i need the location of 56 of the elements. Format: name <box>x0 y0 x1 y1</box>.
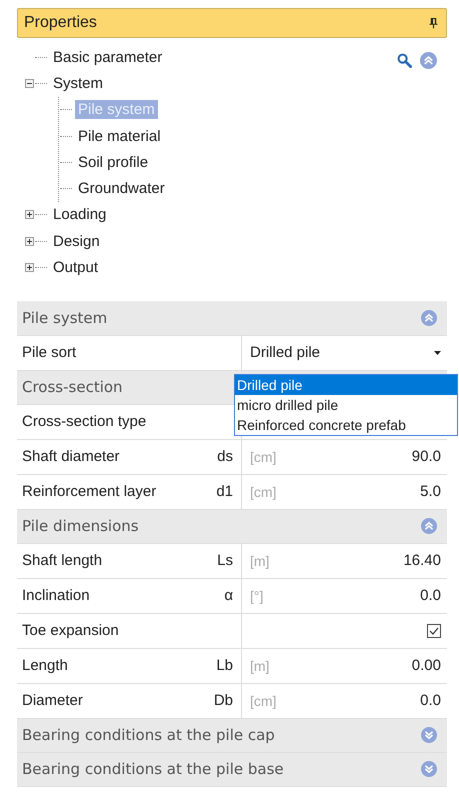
value-field[interactable]: 0.0 <box>420 587 441 604</box>
property-label: Shaft length <box>22 552 102 570</box>
tree-item[interactable]: System <box>50 74 106 93</box>
property-symbol: α <box>224 587 233 604</box>
section-title: Bearing conditions at the pile cap <box>22 726 275 744</box>
section-title: Bearing conditions at the pile base <box>22 760 284 778</box>
property-label: Diameter <box>22 692 83 710</box>
minus-icon[interactable] <box>25 78 34 88</box>
property-label: Pile sort <box>22 344 76 362</box>
search-icon[interactable] <box>397 52 412 68</box>
pile-sort-dropdown[interactable]: Drilled pile <box>242 336 447 370</box>
unit-label: [m] <box>250 552 270 569</box>
plus-icon[interactable] <box>25 210 34 220</box>
value-field[interactable]: 0.00 <box>412 657 441 674</box>
tree-item[interactable]: Pile material <box>75 126 164 146</box>
value-field[interactable]: 0.0 <box>420 692 441 710</box>
tree-item[interactable]: Loading <box>50 205 110 224</box>
section-title: Pile dimensions <box>22 517 139 536</box>
property-label: Shaft diameter <box>22 448 120 466</box>
section-header[interactable]: Pile system <box>17 302 447 336</box>
pin-icon[interactable] <box>429 17 438 29</box>
unit-label: [cm] <box>250 484 276 500</box>
section-header[interactable]: Pile dimensions <box>17 510 447 544</box>
caret-icon <box>434 350 441 355</box>
tree-item[interactable]: Basic parameter <box>50 48 166 67</box>
section-header[interactable]: Bearing conditions at the pile base <box>17 752 447 787</box>
section-title: Pile system <box>22 309 108 328</box>
unit-label: [°] <box>250 588 264 604</box>
section-header[interactable]: Bearing conditions at the pile cap <box>17 718 447 753</box>
plus-icon[interactable] <box>25 236 34 246</box>
plus-icon[interactable] <box>25 263 34 272</box>
panel-title: Properties <box>24 14 97 32</box>
dropdown-option[interactable]: Reinforced concrete prefab <box>235 414 457 435</box>
property-label: Toe expansion <box>22 622 119 640</box>
property-label: Inclination <box>22 587 90 604</box>
tree-item[interactable]: Design <box>50 232 103 251</box>
property-symbol: ds <box>217 448 233 466</box>
checkbox[interactable] <box>427 624 441 638</box>
value-field[interactable]: 5.0 <box>420 483 441 500</box>
property-label: Length <box>22 657 68 674</box>
property-symbol: Ls <box>217 552 233 570</box>
property-symbol: d1 <box>216 483 233 500</box>
value-field[interactable]: 16.40 <box>403 552 441 570</box>
unit-label: [cm] <box>250 692 276 709</box>
property-label: Reinforcement layer <box>22 483 156 500</box>
property-label: Cross-section type <box>22 413 146 430</box>
section-title: Cross-section <box>22 378 123 396</box>
value-field[interactable]: 90.0 <box>412 448 441 466</box>
unit-label: [cm] <box>250 448 276 465</box>
unit-label: [m] <box>250 658 270 674</box>
tree-item[interactable]: Groundwater <box>75 179 168 198</box>
property-symbol: Lb <box>216 657 233 674</box>
tree-item[interactable]: Soil profile <box>75 152 152 172</box>
dropdown-option[interactable]: Drilled pile <box>235 374 457 395</box>
tree-item[interactable]: Output <box>50 258 102 278</box>
property-symbol: Db <box>214 692 233 710</box>
